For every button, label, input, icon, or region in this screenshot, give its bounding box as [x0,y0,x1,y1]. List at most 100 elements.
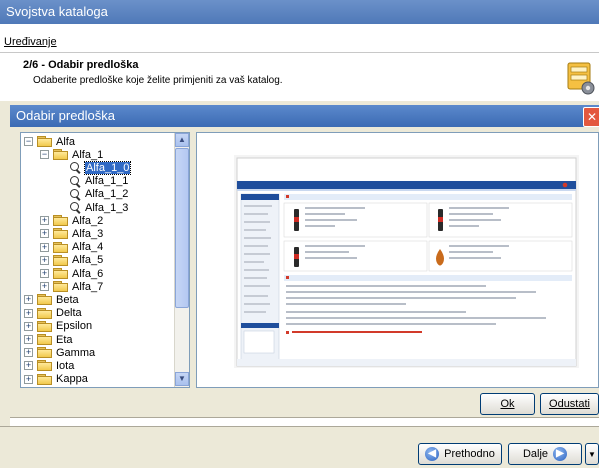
ok-label: Ok [500,398,515,410]
tree-item[interactable]: + Alfa_6 [40,267,103,280]
folder-icon [53,268,68,279]
tree-item[interactable]: − Alfa [24,135,75,148]
folder-icon [37,347,52,359]
tree-item[interactable]: + Alfa_4 [40,241,103,254]
folder-icon [53,254,68,266]
folder-icon [53,228,68,240]
tree-item-label: Iota [56,359,75,372]
magnifier-icon [69,161,82,174]
tree-item-label: Beta [56,293,79,306]
tree-item[interactable]: Alfa_1_3 [56,201,128,214]
tree-item-label: Alfa_6 [72,267,104,280]
tree-item[interactable]: + Alfa_7 [40,280,103,293]
folder-icon [53,215,68,227]
expand-icon[interactable]: + [40,229,49,239]
dialog-titlebar: Odabir predloška [10,105,599,127]
tree-item-label: Kappa [56,373,88,386]
tree-item-label: Alfa_1_3 [85,201,129,214]
window-title: Svojstva kataloga [6,4,108,19]
tree-item-label: Alfa_5 [72,254,104,267]
tree-item-label: Alfa_1_1 [85,175,129,188]
expand-icon[interactable]: + [40,269,49,278]
expand-icon[interactable]: + [24,295,33,305]
expand-icon[interactable]: + [24,308,33,318]
folder-icon [37,294,52,306]
folder-icon [53,149,68,161]
back-label: Prethodno [444,448,495,460]
tree-item-label: Alfa_1_0 [83,160,132,175]
menu-bar: Uređivanje [0,34,599,53]
back-button[interactable]: ◀ Prethodno [418,443,502,465]
tree-item[interactable]: + Alfa_2 [40,214,103,227]
scroll-up-icon[interactable]: ▲ [175,133,189,147]
scroll-thumb[interactable] [175,148,189,308]
magnifier-icon [69,201,82,214]
magnifier-icon [69,175,82,188]
tree-item-label: Alfa_2 [72,214,104,227]
tree-item[interactable]: Alfa_1_1 [56,175,128,188]
cancel-label: Odustati [549,398,590,410]
expand-icon[interactable]: + [24,348,33,358]
dialog-title: Odabir predloška [16,108,115,123]
folder-icon [37,136,52,147]
template-preview-image [234,155,579,368]
step-header: 2/6 - Odabir predloška Odaberite predloš… [0,53,599,101]
next-arrow-icon: ▶ [553,447,568,461]
folder-icon [37,373,52,385]
back-arrow-icon: ◀ [425,447,440,461]
folder-icon [53,241,68,253]
tree-item[interactable]: − Alfa_1 [40,148,103,161]
ok-button[interactable]: Ok [480,393,535,415]
next-label: Dalje [522,448,549,460]
tree-item-label: Gamma [56,346,96,359]
tree-item[interactable]: + Kappa [24,373,88,386]
template-tree[interactable]: − Alfa − Alfa_1 Alfa_1_0 Alfa_1_1 Alfa_1_2 Alfa… [20,132,190,388]
tree-item[interactable]: + Epsilon [24,320,92,333]
expand-icon[interactable]: + [24,335,33,344]
folder-icon [37,360,52,372]
tree-item-label: Alfa_1_2 [85,188,129,201]
catalog-wizard-icon [567,62,595,95]
dropdown-arrow-icon: ▼ [588,449,596,459]
tree-item[interactable]: Alfa_1_2 [56,188,128,201]
folder-icon [37,307,52,319]
tree-item-label: Eta [56,333,73,346]
collapse-icon[interactable]: − [24,137,33,146]
tree-item[interactable]: + Alfa_3 [40,227,103,240]
folder-icon [37,334,52,345]
expand-icon[interactable]: + [24,374,33,384]
expand-icon[interactable]: + [24,361,33,371]
tree-item[interactable]: + Eta [24,333,73,346]
expand-icon[interactable]: + [40,216,49,226]
tree-scrollbar[interactable]: ▲ ▼ [174,133,189,387]
expand-icon[interactable]: + [24,321,33,331]
tree-item-label: Alfa_7 [72,280,104,293]
step-description: Odaberite predloške koje želite primjeni… [33,75,283,86]
menu-item-uredivanje[interactable]: Uređivanje [4,36,57,48]
tree-item-label: Delta [56,307,82,320]
scroll-down-icon[interactable]: ▼ [175,372,189,386]
tree-item-label: Alfa_4 [72,241,104,254]
folder-icon [37,320,52,332]
expand-icon[interactable]: + [40,282,49,292]
expand-icon[interactable]: + [40,242,49,252]
wizard-titlebar: Svojstva kataloga [0,0,599,24]
tree-item[interactable]: + Beta [24,293,79,306]
tree-item[interactable]: + Delta [24,307,82,320]
close-icon[interactable]: ✕ [583,107,599,127]
tree-item[interactable]: Alfa_1_0 [56,160,132,175]
next-button[interactable]: Dalje ▶ [508,443,582,465]
tree-item[interactable]: + Iota [24,359,74,372]
cancel-button[interactable]: Odustati [540,393,599,415]
tree-item-label: Alfa_1 [72,148,104,161]
tree-item-label: Alfa [56,135,75,148]
tree-item[interactable]: + Alfa_5 [40,254,103,267]
tree-item[interactable]: + Gamma [24,346,95,359]
more-options-button[interactable]: ▼ [585,443,599,465]
tree-item-label: Epsilon [56,320,93,333]
collapse-icon[interactable]: − [40,150,49,160]
template-preview [196,132,599,388]
magnifier-icon [69,188,82,201]
expand-icon[interactable]: + [40,255,49,265]
tree-item-label: Alfa_3 [72,227,104,240]
